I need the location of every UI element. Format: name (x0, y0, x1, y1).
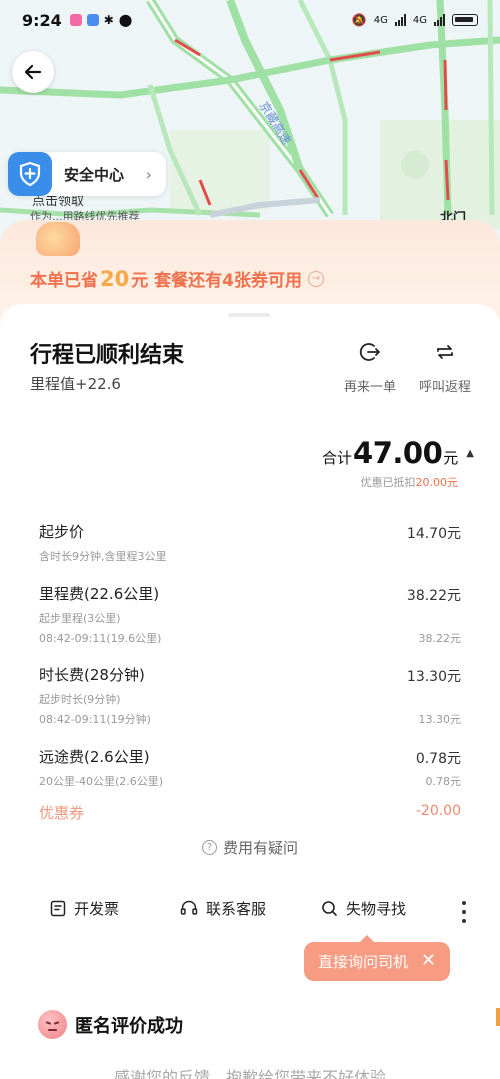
promo-prefix: 本单已省 (30, 271, 98, 291)
status-bar: 9:24 ✱ ⬤ 🔕 4G 4G (0, 0, 500, 40)
collapse-triangle-icon[interactable]: ▲ (466, 448, 474, 459)
signal-icon (394, 14, 406, 26)
fee-item-detail-amount: 13.30元 (418, 713, 462, 726)
fee-item-detail-amount: 38.22元 (418, 632, 462, 645)
status-time: 9:24 (22, 10, 62, 30)
rating-thanks-text: 感谢您的反馈，抱歉给您带来不好体验 (113, 1068, 386, 1079)
swap-icon (410, 340, 480, 364)
signal-icon-2 (434, 14, 445, 26)
arrow-left-icon (24, 64, 42, 80)
customer-service-label: 联系客服 (206, 900, 267, 918)
fare-question-link[interactable]: ? 费用有疑问 (0, 837, 500, 858)
fee-item-name: 时长费(28分钟) (39, 666, 145, 684)
back-button[interactable] (12, 51, 54, 93)
question-circle-icon: ? (201, 840, 217, 855)
status-app-icons: ✱ ⬤ (69, 13, 133, 27)
drag-handle[interactable] (228, 313, 270, 317)
fee-item-detail: 08:42-09:11(19.6公里) (39, 632, 162, 645)
mileage-points: 里程值+22.6 (30, 375, 121, 393)
fee-item-amount: 13.30元 (406, 669, 461, 685)
location-icon: ⬤ (118, 13, 133, 27)
safety-center-button[interactable]: 安全中心 › (8, 152, 166, 196)
mute-icon: 🔕 (351, 13, 367, 27)
fee-item-amount: 38.22元 (406, 588, 461, 604)
total-fare[interactable]: 合计 47.00 元 ▲ (322, 436, 474, 470)
return-trip-label: 呼叫返程 (418, 380, 471, 395)
ask-driver-label: 直接询问司机 (318, 953, 409, 971)
more-vertical-icon[interactable] (458, 901, 470, 923)
app-notification-icon-2 (86, 14, 99, 26)
network-label-1: 4G (373, 14, 388, 26)
fee-item-detail: 08:42-09:11(19分钟) (39, 713, 151, 726)
invoice-button[interactable]: 开发票 (50, 898, 119, 919)
total-prefix: 合计 (322, 449, 353, 467)
battery-icon (452, 14, 478, 26)
total-amount: 47.00 (353, 436, 443, 470)
coupon-label: 优惠券 (39, 804, 85, 822)
discount-unit: 元 (447, 476, 458, 489)
invoice-label: 开发票 (74, 900, 120, 918)
reorder-icon (335, 340, 405, 364)
network-label-2: 4G (412, 14, 427, 26)
fee-item-name: 起步价 (39, 523, 85, 541)
sad-face-icon (38, 1010, 67, 1039)
fee-item-name: 里程费(22.6公里) (39, 585, 160, 603)
arrow-circle-icon: → (307, 270, 324, 287)
discount-prefix: 优惠已抵扣 (360, 476, 416, 489)
discount-amount: 20.00 (415, 476, 448, 489)
rating-result: 匿名评价成功 (38, 1010, 183, 1039)
close-icon[interactable]: ✕ (421, 951, 436, 971)
return-trip-button[interactable]: 呼叫返程 (410, 340, 480, 395)
discount-note: 优惠已抵扣20.00元 (361, 474, 459, 490)
shield-icon (8, 152, 52, 196)
fee-item-amount: 0.78元 (415, 751, 461, 767)
promo-text[interactable]: 本单已省 20 元 套餐还有4张券可用 → (30, 266, 324, 291)
headset-icon (180, 900, 198, 915)
lost-item-label: 失物寻找 (346, 900, 407, 918)
reorder-button[interactable]: 再来一单 (335, 340, 405, 395)
promo-amount: 20 (100, 267, 130, 291)
coupon-amount: -20.00 (415, 803, 461, 819)
reorder-label: 再来一单 (343, 380, 396, 395)
floating-edge-tab[interactable] (496, 1008, 500, 1026)
fee-item-amount: 14.70元 (406, 526, 461, 542)
fare-question-label: 费用有疑问 (222, 839, 298, 857)
safety-center-label: 安全中心 (64, 165, 125, 184)
app-notification-icon (69, 14, 82, 26)
fee-item-detail: 含时长9分钟,含里程3公里 (39, 550, 167, 563)
fee-item-detail-amount: 0.78元 (425, 775, 462, 788)
ask-driver-tooltip[interactable]: 直接询问司机 ✕ (304, 935, 450, 981)
bottom-action-row: 开发票 联系客服 失物寻找 (0, 898, 500, 926)
total-unit: 元 (443, 449, 459, 467)
bluetooth-icon: ✱ (103, 13, 114, 27)
fee-item-detail: 起步时长(9分钟) (39, 693, 121, 706)
fee-item-detail: 20公里-40公里(2.6公里) (39, 775, 164, 788)
status-right: 🔕 4G 4G (352, 13, 478, 27)
rating-label: 匿名评价成功 (75, 1015, 183, 1037)
invoice-icon (50, 900, 66, 917)
promo-suffix: 元 套餐还有4张券可用 (131, 271, 302, 291)
fee-item-name: 远途费(2.6公里) (39, 748, 150, 766)
coin-bag-icon (36, 222, 80, 256)
trip-status-title: 行程已顺利结束 (30, 343, 185, 368)
customer-service-button[interactable]: 联系客服 (180, 898, 266, 919)
fee-item-detail: 起步里程(3公里) (39, 612, 121, 625)
lost-item-button[interactable]: 失物寻找 (321, 898, 406, 919)
search-icon (322, 901, 337, 916)
chevron-right-icon: › (145, 164, 152, 184)
